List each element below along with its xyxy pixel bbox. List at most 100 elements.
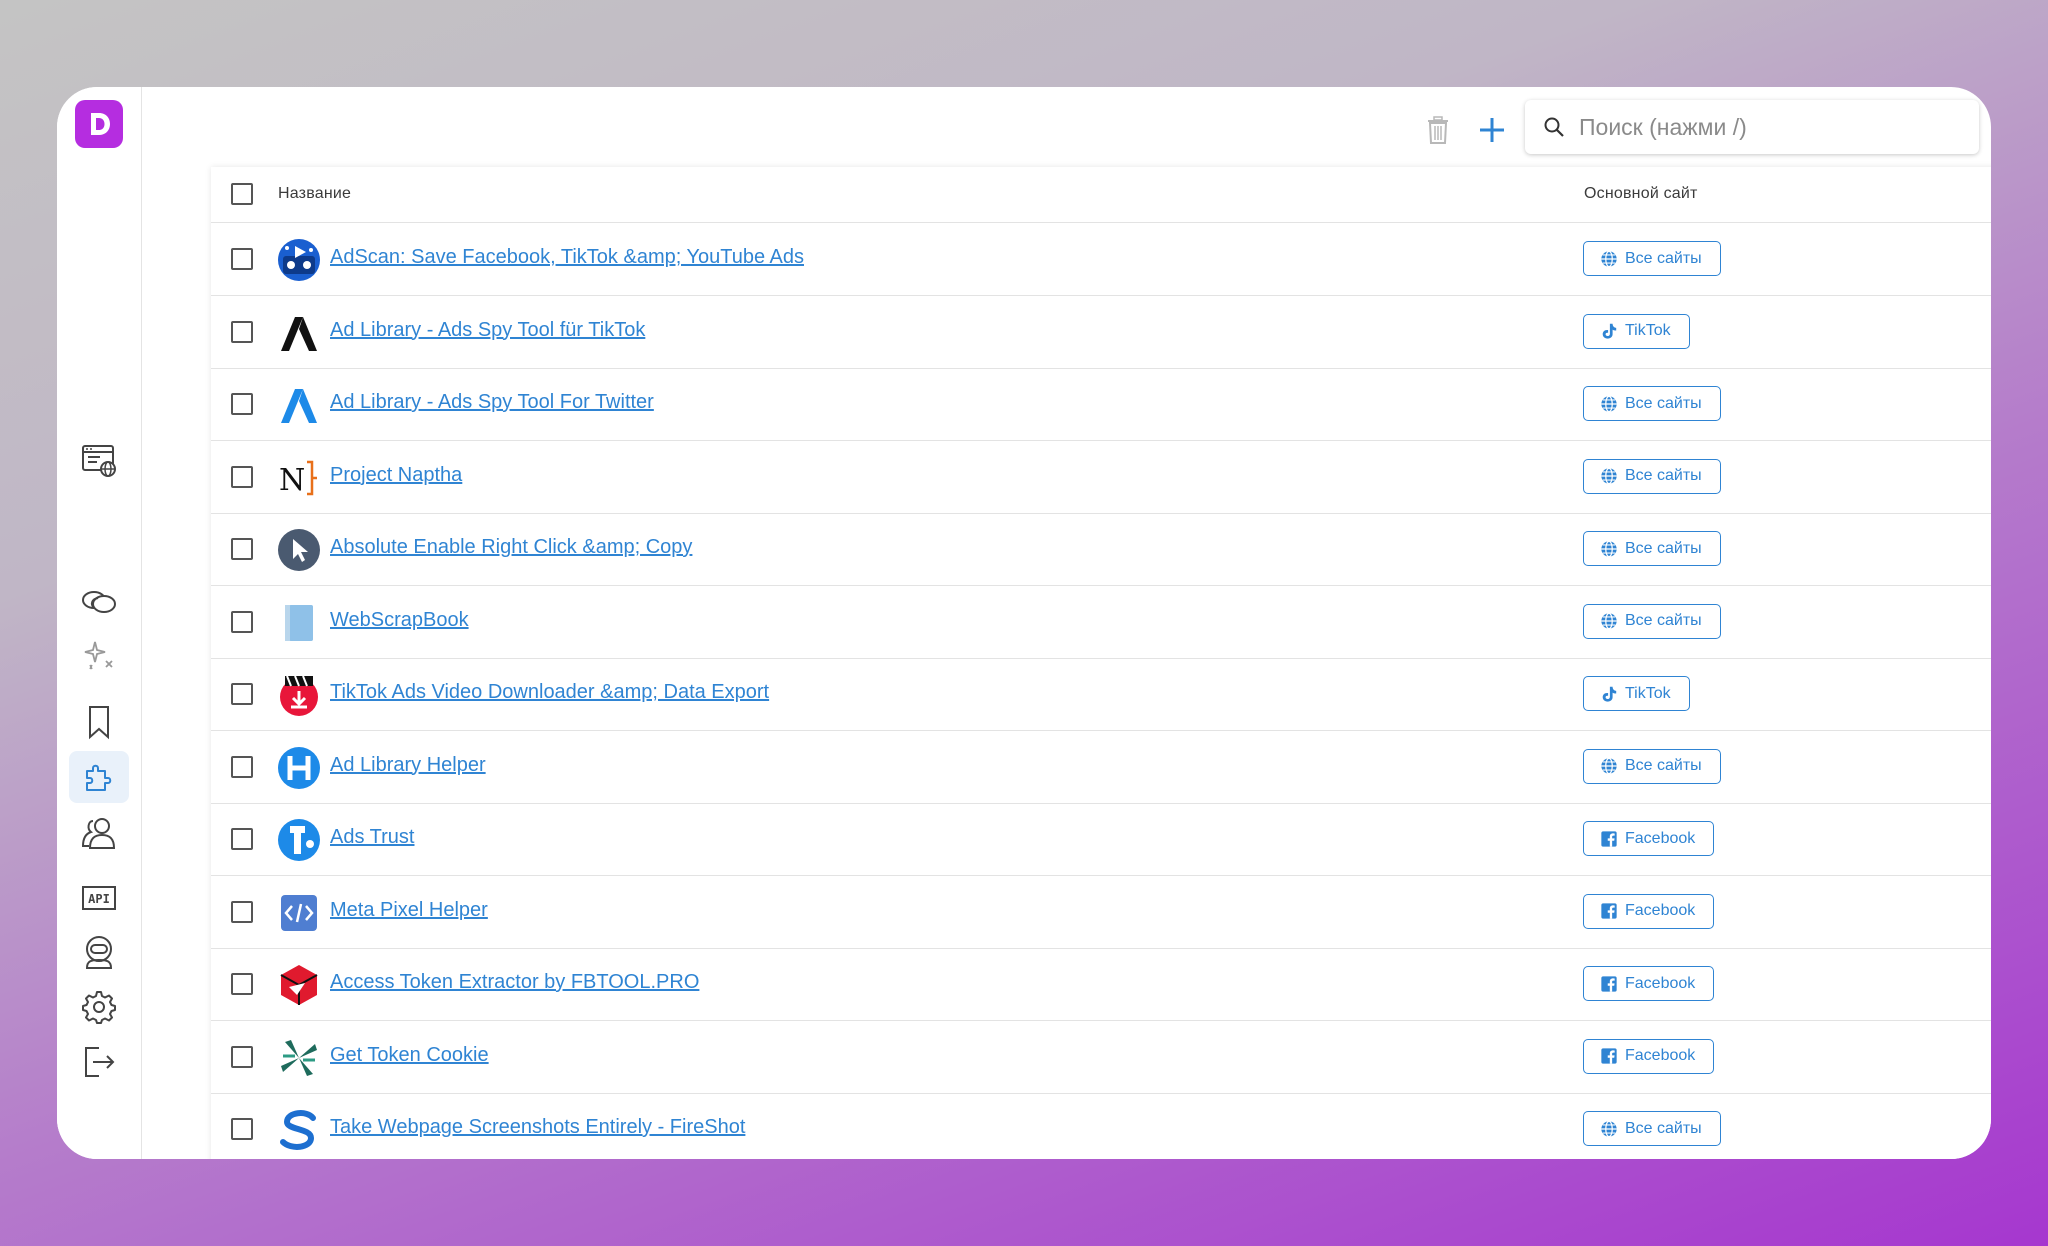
row-checkbox[interactable] bbox=[231, 1045, 253, 1068]
logout-icon bbox=[85, 1047, 115, 1077]
site-badge[interactable]: Facebook bbox=[1583, 966, 1715, 1001]
table-row[interactable]: Take Webpage Screenshots Entirely - Fire… bbox=[211, 1093, 1991, 1159]
column-header-site[interactable]: Основной сайт bbox=[1584, 185, 1698, 203]
extension-name-link[interactable]: Absolute Enable Right Click &amp; Copy bbox=[330, 536, 692, 559]
extension-name-link[interactable]: Project Naptha bbox=[330, 464, 462, 487]
helper-h-icon bbox=[277, 746, 321, 790]
table-row[interactable]: TikTok Ads Video Downloader &amp; Data E… bbox=[211, 658, 1991, 731]
team-icon bbox=[81, 818, 116, 849]
site-badge-label: Facebook bbox=[1625, 902, 1696, 919]
site-badge-label: TikTok bbox=[1625, 684, 1671, 702]
extension-name-link[interactable]: Ad Library - Ads Spy Tool für TikTok bbox=[330, 319, 645, 342]
site-badge-label: Все сайты bbox=[1625, 1119, 1702, 1137]
select-all-checkbox[interactable] bbox=[231, 183, 253, 205]
extensions-icon bbox=[86, 764, 112, 791]
nav-automation[interactable] bbox=[57, 630, 141, 682]
main-content: Название Основной сайт AdScan: Save Face… bbox=[142, 87, 1991, 1159]
extension-name-link[interactable]: Ads Trust bbox=[330, 826, 414, 849]
row-checkbox[interactable] bbox=[231, 320, 253, 343]
row-checkbox[interactable] bbox=[231, 683, 253, 705]
search-input[interactable] bbox=[1577, 112, 1961, 142]
row-checkbox[interactable] bbox=[231, 248, 253, 270]
api-label: API bbox=[88, 892, 110, 906]
row-checkbox[interactable] bbox=[231, 973, 253, 995]
globe-icon bbox=[1600, 250, 1625, 268]
nav-browser-profiles[interactable] bbox=[57, 434, 141, 486]
facebook-icon bbox=[1600, 830, 1625, 848]
table-row[interactable]: Ad Library - Ads Spy Tool für TikTok TikT… bbox=[211, 296, 1991, 369]
site-badge[interactable]: Все сайты bbox=[1583, 386, 1721, 421]
site-badge[interactable]: Все сайты bbox=[1583, 603, 1721, 639]
add-button[interactable] bbox=[1475, 113, 1509, 147]
site-badge[interactable]: Facebook bbox=[1583, 893, 1715, 929]
globe-icon bbox=[1600, 612, 1625, 630]
nav-links[interactable] bbox=[57, 576, 141, 628]
table-row[interactable]: AdScan: Save Facebook, TikTok &amp; YouT… bbox=[211, 223, 1991, 296]
site-badge[interactable]: Facebook bbox=[1583, 821, 1715, 856]
plus-icon bbox=[1480, 118, 1504, 142]
adscan-icon bbox=[277, 238, 321, 282]
site-badge[interactable]: TikTok bbox=[1583, 676, 1690, 711]
row-checkbox[interactable] bbox=[231, 828, 253, 850]
tiktok-icon bbox=[1600, 685, 1625, 703]
table-row[interactable]: N Project Naptha Все сайты bbox=[211, 441, 1991, 514]
pinwheel-icon bbox=[277, 1036, 321, 1080]
site-badge-label: TikTok bbox=[1625, 322, 1671, 339]
column-header-name[interactable]: Название bbox=[278, 185, 351, 203]
row-checkbox[interactable] bbox=[231, 393, 253, 415]
site-badge-label: Все сайты bbox=[1625, 612, 1702, 629]
nav-api[interactable]: API bbox=[57, 872, 141, 924]
site-badge[interactable]: Все сайты bbox=[1583, 458, 1721, 494]
site-badge[interactable]: Facebook bbox=[1583, 1038, 1715, 1074]
table-row[interactable]: Meta Pixel Helper Facebook bbox=[211, 876, 1991, 949]
extension-name-link[interactable]: Meta Pixel Helper bbox=[330, 899, 488, 922]
row-checkbox[interactable] bbox=[231, 538, 253, 560]
table-row[interactable]: WebScrapBook Все сайты bbox=[211, 586, 1991, 659]
nav-extensions[interactable] bbox=[57, 751, 141, 803]
extension-name-link[interactable]: WebScrapBook bbox=[330, 609, 469, 632]
nav-bookmarks[interactable] bbox=[57, 696, 141, 748]
extension-name-link[interactable]: Get Token Cookie bbox=[330, 1044, 489, 1067]
site-badge[interactable]: Все сайты bbox=[1583, 241, 1721, 276]
table-row[interactable]: Access Token Extractor by FBTOOL.PRO Face… bbox=[211, 948, 1991, 1021]
video-downloader-icon bbox=[277, 673, 321, 717]
table-row[interactable]: Absolute Enable Right Click &amp; Copy Вс… bbox=[211, 513, 1991, 586]
row-checkbox[interactable] bbox=[231, 900, 253, 923]
table-row[interactable]: Get Token Cookie Facebook bbox=[211, 1021, 1991, 1094]
trash-icon bbox=[1428, 116, 1448, 144]
browser-profiles-icon bbox=[82, 445, 116, 477]
table-row[interactable]: Ad Library - Ads Spy Tool For Twitter Все… bbox=[211, 368, 1991, 441]
site-badge[interactable]: Все сайты bbox=[1583, 531, 1721, 566]
code-icon bbox=[277, 891, 321, 935]
fireshot-icon bbox=[277, 1108, 321, 1152]
row-checkbox[interactable] bbox=[231, 465, 253, 488]
site-badge[interactable]: TikTok bbox=[1583, 313, 1690, 349]
row-checkbox[interactable] bbox=[231, 755, 253, 778]
site-badge[interactable]: Все сайты bbox=[1583, 748, 1721, 784]
nav-bot[interactable] bbox=[57, 926, 141, 978]
nav-settings[interactable] bbox=[57, 981, 141, 1033]
extension-name-link[interactable]: Take Webpage Screenshots Entirely - Fire… bbox=[330, 1116, 745, 1139]
ad-library-blue-icon bbox=[277, 383, 321, 427]
nav-team[interactable] bbox=[57, 807, 141, 859]
automation-sparkle-icon bbox=[84, 641, 113, 670]
cursor-icon bbox=[277, 528, 321, 572]
extension-name-link[interactable]: AdScan: Save Facebook, TikTok &amp; YouT… bbox=[330, 246, 804, 269]
row-checkbox[interactable] bbox=[231, 1118, 253, 1140]
nav-logout[interactable] bbox=[57, 1036, 141, 1088]
table-row[interactable]: Ads Trust Facebook bbox=[211, 803, 1991, 876]
app-logo[interactable] bbox=[75, 100, 123, 148]
site-badge[interactable]: Все сайты bbox=[1583, 1111, 1721, 1146]
extension-name-link[interactable]: Access Token Extractor by FBTOOL.PRO bbox=[330, 971, 699, 994]
search-box[interactable] bbox=[1525, 100, 1979, 154]
extension-name-link[interactable]: TikTok Ads Video Downloader &amp; Data E… bbox=[330, 681, 769, 704]
table-row[interactable]: Ad Library Helper Все сайты bbox=[211, 731, 1991, 804]
row-checkbox[interactable] bbox=[231, 610, 253, 633]
search-icon bbox=[1544, 117, 1564, 137]
token-cube-icon bbox=[277, 963, 321, 1007]
svg-text:N: N bbox=[279, 463, 305, 498]
delete-button[interactable] bbox=[1421, 113, 1455, 147]
extension-name-link[interactable]: Ad Library Helper bbox=[330, 754, 486, 777]
globe-icon bbox=[1600, 757, 1625, 775]
extension-name-link[interactable]: Ad Library - Ads Spy Tool For Twitter bbox=[330, 391, 654, 414]
